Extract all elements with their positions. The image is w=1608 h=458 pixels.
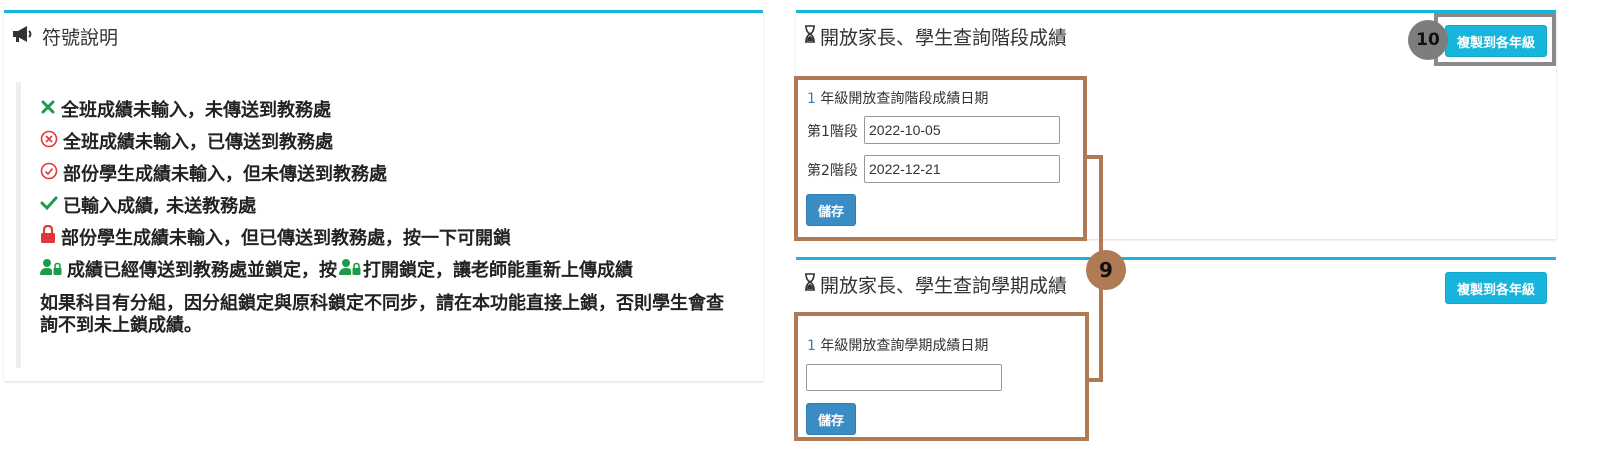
legend-item-text: 已輸入成績, 未送教務處	[63, 196, 257, 217]
hourglass-icon	[804, 25, 816, 48]
copy-to-all-grades-button[interactable]: 複製到各年級	[1445, 272, 1547, 304]
legend-panel: 符號說明 全班成績未輸入，未傳送到教務處 全班成績未輸入，已傳送到教務處 部份學…	[4, 10, 763, 381]
megaphone-icon	[12, 25, 34, 48]
stage-panel-header: 開放家長、學生查詢階段成績	[804, 23, 1067, 50]
lock-icon	[40, 224, 56, 249]
legend-item-locked: 成績已經傳送到教務處並鎖定，按 打開鎖定，讓老師能重新上傳成績	[40, 256, 633, 282]
legend-item: 全班成績未輸入，未傳送到教務處	[40, 96, 331, 122]
user-lock-icon	[40, 258, 62, 281]
legend-panel-header: 符號說明	[12, 23, 118, 50]
check-circle-icon	[40, 162, 58, 185]
legend-item-text: 成績已經傳送到教務處並鎖定，按	[67, 260, 337, 281]
legend-list: 全班成績未輸入，未傳送到教務處 全班成績未輸入，已傳送到教務處 部份學生成績未輸…	[16, 82, 733, 368]
x-circle-icon	[40, 130, 58, 153]
legend-item-text: 打開鎖定，讓老師能重新上傳成績	[363, 260, 633, 281]
legend-title: 符號說明	[42, 27, 119, 49]
semester-panel-header: 開放家長、學生查詢學期成績	[804, 271, 1067, 298]
legend-item: 部份學生成績未輸入，但已傳送到教務處，按一下可開鎖	[40, 224, 511, 250]
legend-item-text: 全班成績未輸入，未傳送到教務處	[61, 100, 331, 121]
annotation-marker-9: 9	[1086, 250, 1126, 290]
legend-item-text: 部份學生成績未輸入，但未傳送到教務處	[63, 164, 387, 185]
legend-item-text: 全班成績未輸入，已傳送到教務處	[63, 132, 333, 153]
user-lock-icon	[339, 258, 361, 281]
legend-item: 部份學生成績未輸入，但未傳送到教務處	[40, 160, 387, 186]
annotation-marker-10: 10	[1408, 20, 1448, 60]
check-icon	[40, 195, 58, 216]
annotation-box-stage-form	[794, 76, 1087, 241]
stage-panel-title: 開放家長、學生查詢階段成績	[820, 27, 1068, 49]
legend-item: 已輸入成績, 未送教務處	[40, 192, 256, 218]
legend-item: 全班成績未輸入，已傳送到教務處	[40, 128, 333, 154]
semester-panel-title: 開放家長、學生查詢學期成績	[820, 275, 1068, 297]
annotation-box-copy-button	[1434, 13, 1556, 66]
legend-item-text: 部份學生成績未輸入，但已傳送到教務處，按一下可開鎖	[61, 228, 511, 249]
annotation-box-semester-form	[794, 312, 1089, 441]
hourglass-icon	[804, 273, 816, 296]
legend-note: 如果科目有分組，因分組鎖定與原科鎖定不同步，請在本功能直接上鎖，否則學生會查詢不…	[40, 293, 724, 336]
x-icon	[40, 99, 56, 120]
